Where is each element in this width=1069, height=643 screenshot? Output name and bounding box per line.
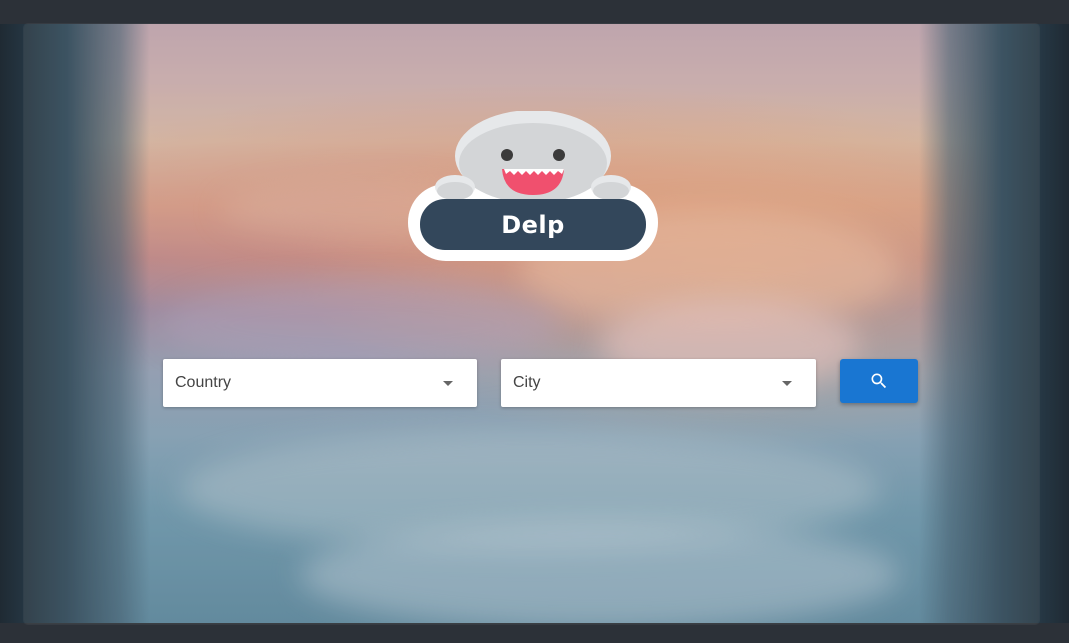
search-icon [871, 373, 887, 389]
logo-text: Delp [501, 210, 565, 239]
dropdown-arrow-icon [443, 380, 453, 386]
country-select-label: Country [175, 374, 232, 391]
dropdown-arrow-icon [782, 380, 792, 386]
search-button[interactable] [840, 359, 918, 403]
window-frame-bottom [0, 623, 1069, 643]
city-select-label: City [513, 374, 541, 391]
country-select[interactable]: Country [163, 359, 477, 407]
window-frame-top [0, 0, 1069, 24]
city-select[interactable]: City [501, 359, 816, 407]
